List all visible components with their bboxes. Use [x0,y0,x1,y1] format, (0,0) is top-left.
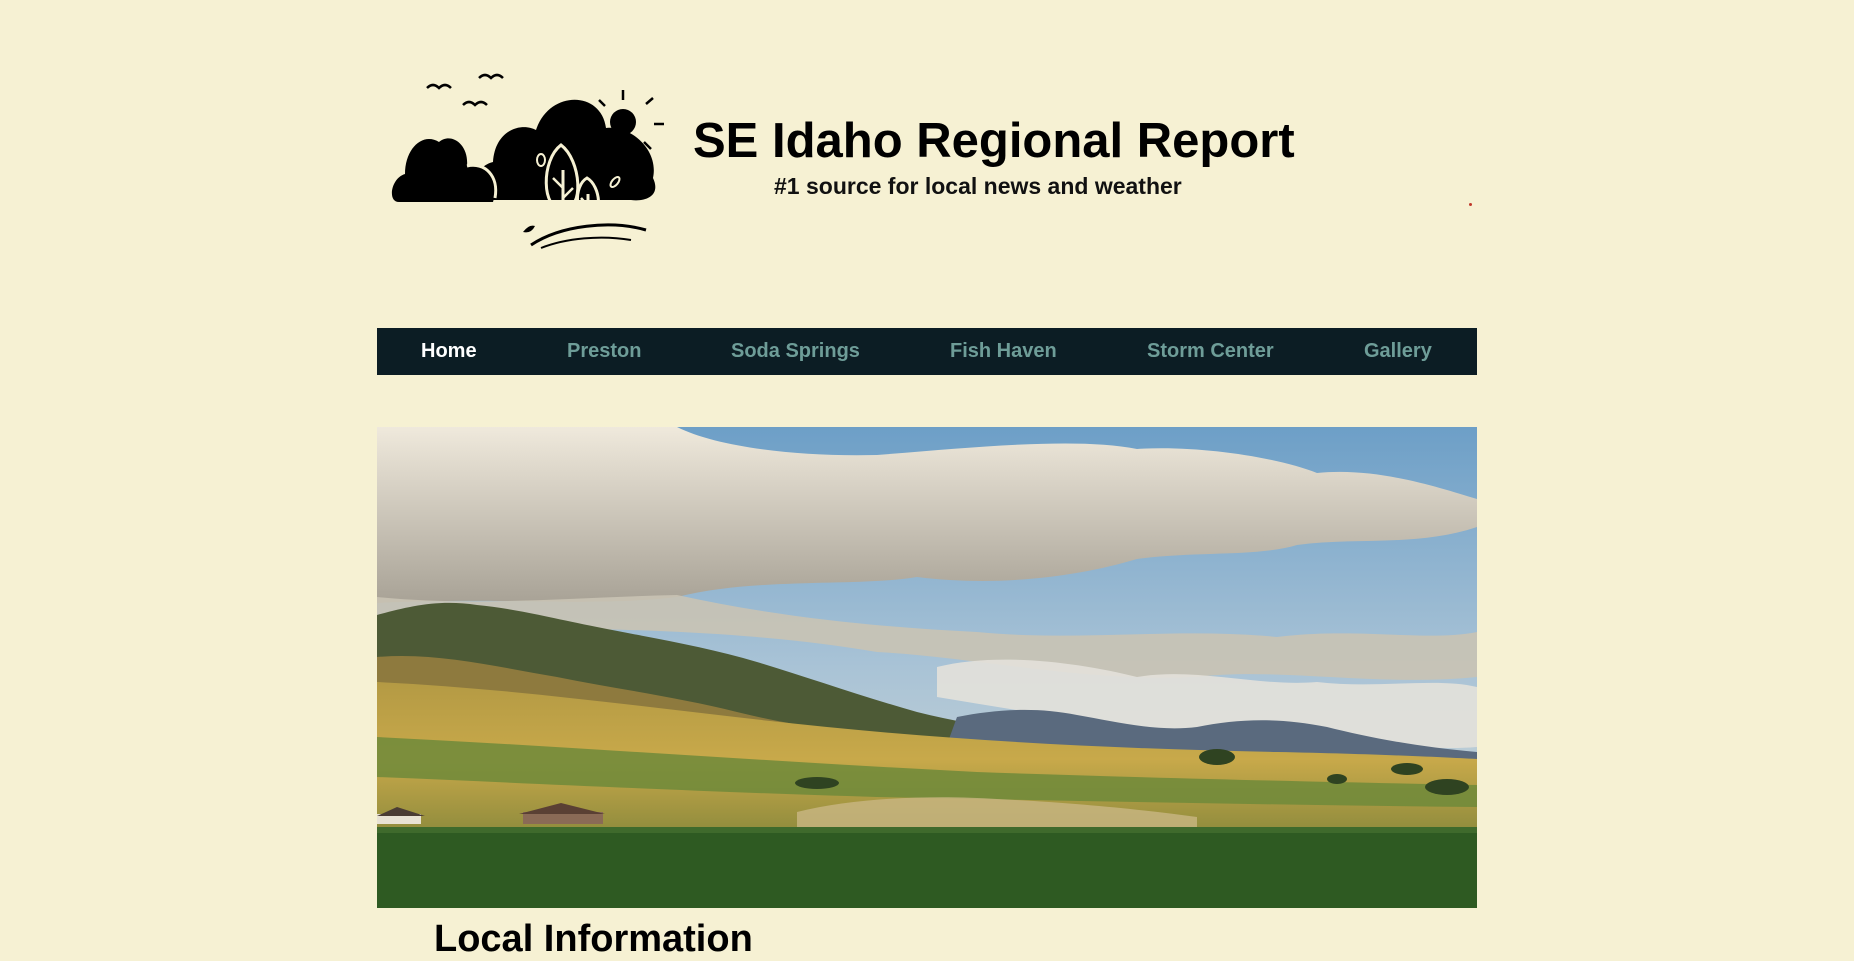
nav-item-preston[interactable]: Preston [567,328,641,375]
section-heading-local-information: Local Information [434,918,753,960]
landscape-logo-icon [391,73,664,249]
hero-image [377,427,1477,908]
nav-item-fish-haven[interactable]: Fish Haven [950,328,1057,375]
decorative-dot [1469,203,1472,206]
nav-item-soda-springs[interactable]: Soda Springs [731,328,860,375]
site-tagline: #1 source for local news and weather [774,173,1182,199]
page-container: SE Idaho Regional Report #1 source for l… [377,0,1477,960]
nav-item-gallery[interactable]: Gallery [1364,328,1432,375]
site-title: SE Idaho Regional Report [693,114,1295,168]
nav-item-home[interactable]: Home [421,328,477,375]
nav-item-storm-center[interactable]: Storm Center [1147,328,1274,375]
main-navbar: Home Preston Soda Springs Fish Haven Sto… [377,328,1477,375]
